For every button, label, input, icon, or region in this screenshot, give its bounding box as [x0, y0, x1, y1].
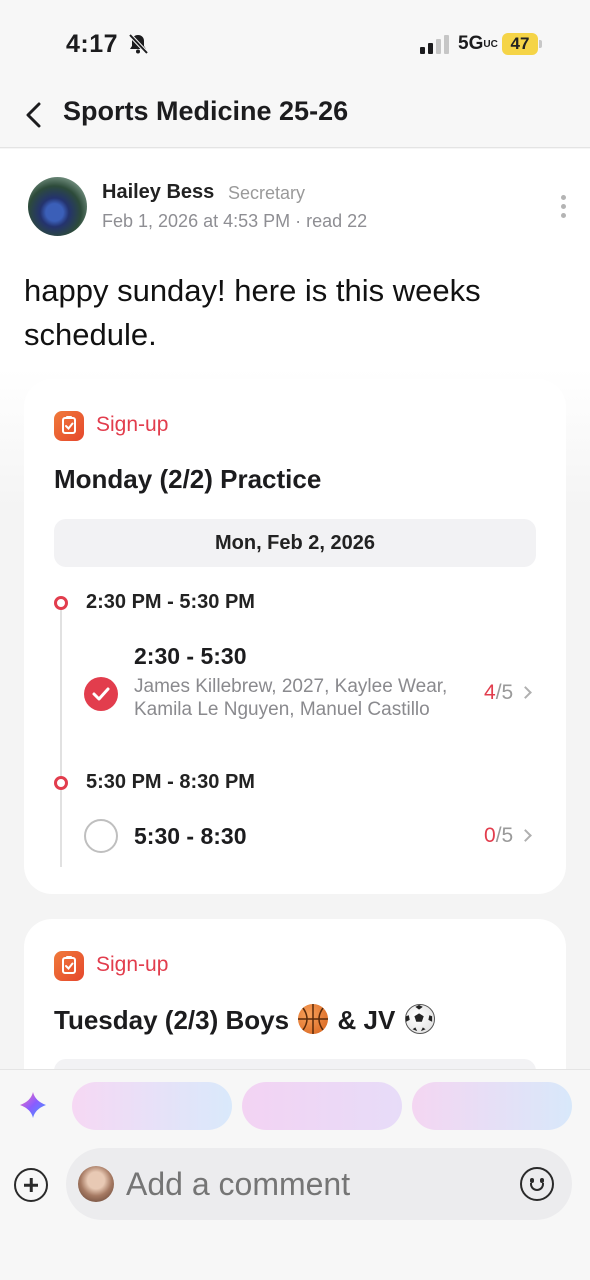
author-avatar[interactable] [28, 177, 87, 236]
timeline-line [60, 605, 62, 867]
unchecked-circle-icon[interactable] [84, 819, 118, 853]
post-author: Hailey Bess Secretary Feb 1, 2026 at 4:5… [28, 177, 568, 247]
basketball-emoji-icon [298, 1004, 329, 1034]
bell-off-icon [128, 33, 149, 55]
chevron-right-icon [519, 686, 533, 699]
comment-composer [0, 1069, 590, 1280]
signup-card-tuesday[interactable]: Sign-up Tuesday (2/3) Boys & JV [24, 919, 566, 1069]
suggestion-chip[interactable] [412, 1082, 572, 1130]
shift-title[interactable]: 2:30 - 5:30 [134, 643, 247, 670]
shift-count[interactable]: 0/5 [484, 824, 533, 848]
clipboard-check-icon [54, 951, 84, 981]
slot-time: 2:30 PM - 5:30 PM [86, 591, 255, 613]
status-time: 4:17 [66, 30, 119, 58]
timeline-dot [54, 596, 68, 610]
shift-title[interactable]: 5:30 - 8:30 [134, 823, 247, 850]
nav-header: Sports Medicine 25-26 [0, 88, 590, 148]
signup-label: Sign-up [96, 413, 169, 436]
author-name[interactable]: Hailey Bess [102, 181, 214, 204]
battery-level: 47 [510, 34, 530, 53]
soccer-ball-emoji-icon [404, 1004, 435, 1034]
clipboard-check-icon [54, 411, 84, 441]
post-meta: Feb 1, 2026 at 4:53 PM · read 22 [102, 211, 368, 231]
date-pill [54, 1059, 536, 1069]
user-avatar [78, 1166, 114, 1202]
chevron-right-icon [519, 829, 533, 842]
checked-icon[interactable] [84, 677, 118, 711]
comment-box[interactable] [66, 1148, 572, 1220]
ai-sparkle-icon[interactable] [18, 1090, 48, 1120]
emoji-icon[interactable] [520, 1167, 554, 1201]
slot-time: 5:30 PM - 8:30 PM [86, 771, 255, 793]
shift-count[interactable]: 4/5 [484, 681, 533, 705]
add-attachment-button[interactable] [14, 1168, 48, 1202]
author-role: Secretary [228, 183, 306, 203]
suggestion-chip[interactable] [242, 1082, 402, 1130]
shift-signups: James Killebrew, 2027, Kaylee Wear, Kami… [134, 676, 448, 720]
more-options-icon[interactable] [558, 195, 568, 225]
signup-label: Sign-up [96, 953, 169, 976]
status-bar: 4:17 5GUC 47 [0, 0, 590, 88]
timeline-dot [54, 776, 68, 790]
suggestion-chip[interactable] [72, 1082, 232, 1130]
cellular-signal-icon [420, 35, 449, 54]
back-chevron-icon[interactable] [22, 98, 46, 132]
date-pill: Mon, Feb 2, 2026 [54, 519, 536, 567]
post-content: Hailey Bess Secretary Feb 1, 2026 at 4:5… [0, 149, 590, 1069]
battery-icon: 47 [502, 33, 542, 55]
page-title: Sports Medicine 25-26 [63, 96, 349, 126]
post-body: happy sunday! here is this weeks schedul… [24, 273, 481, 352]
card-title: Monday (2/2) Practice [54, 464, 322, 494]
card-title: Tuesday (2/3) Boys & JV [54, 1004, 437, 1036]
network-type: 5GUC [458, 33, 498, 54]
signup-card-monday[interactable]: Sign-up Monday (2/2) Practice Mon, Feb 2… [24, 379, 566, 894]
comment-input[interactable] [126, 1166, 506, 1203]
